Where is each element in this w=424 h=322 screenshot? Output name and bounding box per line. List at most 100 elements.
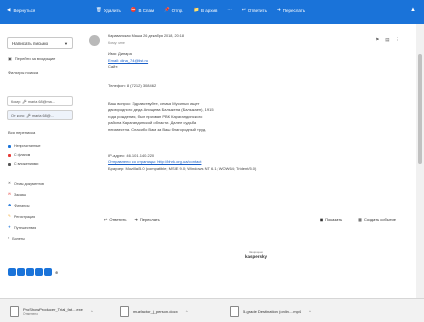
filter-item[interactable]: С вложениями [8,162,38,166]
message-line: Имя: Динара [108,51,132,56]
forward-button[interactable]: ➔ Переслать [134,217,159,222]
sidebar: Написать письмо ▼ ▣ Перейти за входящие … [0,24,80,298]
show-button[interactable]: ◼ Показать [320,217,342,222]
download-text: 5-grade Destination (onlin....mp4 [243,309,301,314]
chevron-up-icon[interactable]: ^ [186,309,188,314]
compose-button[interactable]: Написать письмо ▼ [7,37,73,49]
toolbar-action-spam[interactable]: ⛔ В Спам [131,8,154,13]
toolbar-action-label: Переслать [282,8,306,13]
flag-icon[interactable]: ⚑ [375,37,379,43]
app-tile[interactable] [8,268,16,276]
toolbar-action-forward[interactable]: ➔ Переслать [277,8,305,13]
message-line: неизвестна. Спасибо Вам за Ваш благородн… [108,127,207,132]
folder-item[interactable]: ▪ Билеты [8,237,25,241]
toolbar-action-folder[interactable]: 📁 В архив [193,8,217,13]
file-icon [120,305,129,317]
folder-icon: ⏏ [8,203,12,208]
reply-button[interactable]: ↩ Ответить [104,217,126,222]
avatar[interactable] [89,35,100,46]
toolbar-action-trash[interactable]: 🗑 Удалить [96,8,121,13]
create-event-button[interactable]: ▦ Создать событие [358,217,396,222]
download-name: ProShowProducer_Trial_fat....exe [23,306,83,312]
message-line: Браузер: Mozilla/5.0 (compatible; MSIE 9… [108,166,257,171]
app-tile[interactable] [26,268,34,276]
folder-item[interactable]: ✎ Регистрация [8,215,35,219]
filter-from-pill[interactable]: От кого: 🗝 maria 68@... [7,110,73,120]
folder-item-label: Финансы [14,204,30,208]
filter-item[interactable]: Непрочитанные [8,144,41,148]
create-event-label: Создать событие [363,216,396,222]
search-filters-label: Фильтры поиска [8,70,39,75]
message-header-icons: ⚑ ▤ ⋮ [375,37,400,43]
toolbar-action-label: В Спам [138,8,155,13]
app-tile[interactable] [44,268,52,276]
compose-label: Написать письмо [12,40,49,46]
filter-to-label: Кому: 🗝 maria 68@ma... [11,99,55,104]
message-line: IP-адрес: 46.101.140.220 [108,152,155,158]
filter-dot-icon [8,144,11,148]
filter-to-pill[interactable]: Кому: 🗝 maria 68@ma... [7,96,73,106]
forward-label: Переслать [139,216,160,222]
apps-more-icon[interactable]: ⊕ [55,270,58,275]
show-label: Показать [325,216,343,222]
download-item[interactable]: 5-grade Destination (onlin....mp4 ^ [230,303,311,319]
chevron-up-icon[interactable]: ^ [91,309,93,314]
filter-dot-icon [8,162,11,166]
back-label: Вернуться [13,8,36,13]
app-tile[interactable] [35,268,43,276]
folder-item[interactable]: ✈ Путешествия [8,226,36,230]
toolbar-action-label: В архив [201,8,218,13]
folder-icon: ✈ [8,225,12,230]
mail-toolbar: ◀ Вернуться 🗑 Удалить ⛔ В Спам 📌 Отпр. 📁 В архи… [0,0,424,24]
calendar-icon: ▦ [358,216,362,222]
reply-icon: ↩ [241,7,246,13]
download-text: ProShowProducer_Trial_fat....exe Отменено [23,307,83,316]
filter-item-label: С вложениями [14,162,39,166]
folder-item-label: Регистрация [14,215,36,219]
scrollbar[interactable] [416,24,424,298]
download-text: muzfactor_j_person.docx [133,309,178,314]
back-button[interactable]: ◀ Вернуться [7,8,35,13]
scrollbar-thumb[interactable] [418,54,422,164]
message-line-with-link[interactable]: Отправлено со страницы: http://bhrk.org.… [108,159,201,164]
toolbar-action-label: Ответить [247,8,267,13]
download-item[interactable]: ProShowProducer_Trial_fat....exe Отменено… [10,303,93,319]
chevron-up-icon[interactable]: ^ [309,309,311,314]
kaspersky-logo: kaspersky [244,254,268,259]
folder-icon: 📁 [193,7,200,13]
chevron-down-icon[interactable]: ▼ [64,41,68,46]
message-line-with-link[interactable]: Email: dina_74@list.ru [108,58,148,63]
all-correspondence-link[interactable]: Вся переписка [8,130,35,135]
message-line: Телефон: 8 (7212) 308462 [108,83,157,89]
more-icon[interactable]: ⋮ [396,37,401,43]
print-icon[interactable]: ▤ [385,37,389,43]
pin-icon: 📌 [164,7,170,13]
folder-item[interactable]: ✕ Отмы документов [8,182,44,186]
folder-icon: ✎ [8,214,12,219]
scroll-up-button[interactable]: ▲ [410,7,416,13]
message-view: Караванская Маша 26 декабря 2018, 20:18 … [84,24,414,298]
go-to-inbox-link[interactable]: ▣ Перейти за входящие [8,56,55,61]
toolbar-action-reply[interactable]: ↩ Ответить [242,8,267,13]
forward-icon: ➔ [276,7,281,13]
download-bar: ProShowProducer_Trial_fat....exe Отменено… [0,298,424,322]
toolbar-action-pin[interactable]: 📌 Отпр. [164,8,183,13]
toolbar-action-label: Отпр. [171,8,184,13]
folder-item-label: Путешествия [14,226,37,230]
reply-label: Ответить [109,216,127,222]
download-name: muzfactor_j_person.docx [133,308,178,314]
folder-item-label: Отмы документов [14,182,44,186]
message-sender[interactable]: Караванская Маша 26 декабря 2018, 20:18 [108,34,184,38]
trash-icon: 🗑 [96,7,102,13]
toolbar-action-more[interactable]: ··· [227,8,232,13]
filter-from-label: От кого: 🗝 maria 68@... [11,113,54,118]
forward-icon: ➔ [134,216,138,222]
reply-bar: ↩ Ответить ➔ Переслать ◼ Показать ▦ Созд… [104,214,404,224]
app-tile[interactable] [17,268,25,276]
apps-bar: ⊕ [8,268,58,276]
message-line: Ваш вопрос: Здравствуйте, семья Мусиных … [108,100,200,106]
download-item[interactable]: muzfactor_j_person.docx ^ [120,303,188,319]
folder-item[interactable]: ⏏ Финансы [8,204,30,208]
folder-item[interactable]: ✉ Заказы [8,193,26,197]
filter-item[interactable]: С флагом [8,153,30,157]
